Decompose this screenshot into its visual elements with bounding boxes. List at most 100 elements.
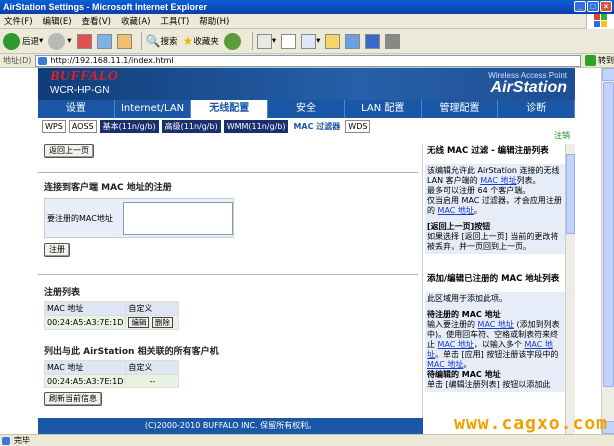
- mail-button[interactable]: ▾: [256, 33, 276, 49]
- table-header-row: MAC 地址 自定义: [43, 301, 180, 316]
- mac-address-link[interactable]: MAC 地址: [478, 320, 514, 329]
- refresh-info-button[interactable]: 刷新当前信息: [44, 392, 102, 406]
- help-title: 无线 MAC 过滤 - 编辑注册列表: [427, 146, 549, 156]
- refresh-icon: [96, 33, 112, 49]
- window-titlebar: AirStation Settings - Microsoft Internet…: [0, 0, 614, 14]
- tab-internet-lan[interactable]: Internet/LAN: [115, 100, 192, 118]
- help-paragraph: 输入要注册的 MAC 地址 (添加到列表中)。使用回车符、空格或制表符来终止 M…: [427, 320, 560, 369]
- back-button[interactable]: 后退 ▾: [3, 32, 43, 50]
- logout-link[interactable]: 注销: [554, 130, 570, 141]
- subtab-mac-filter[interactable]: MAC 过滤器: [291, 120, 343, 132]
- reg-list-title: 注册列表: [44, 288, 81, 298]
- forward-button[interactable]: ▾: [48, 32, 72, 50]
- subtab-wmm[interactable]: WMM(11n/g/b): [223, 119, 289, 133]
- mac-address-link[interactable]: MAC 地址: [438, 340, 474, 349]
- word-button[interactable]: ▾: [301, 33, 320, 49]
- history-button[interactable]: [223, 32, 243, 50]
- help-scroll-thumb[interactable]: [566, 154, 575, 234]
- buffalo-logo: BUFFALO: [50, 69, 119, 84]
- tab-admin[interactable]: 管理配置: [422, 100, 499, 118]
- mac-address-link[interactable]: MAC 地址: [480, 176, 516, 185]
- go-arrow-icon: [585, 55, 597, 66]
- menu-favorites[interactable]: 收藏(A): [121, 15, 150, 27]
- mac-address-link[interactable]: MAC 地址: [427, 360, 463, 369]
- back-arrow-icon: [3, 32, 20, 50]
- mail-icon: [256, 33, 272, 49]
- folder-button[interactable]: [325, 33, 341, 49]
- address-input[interactable]: http://192.168.11.1/index.html: [35, 54, 582, 67]
- refresh-button[interactable]: [96, 33, 112, 49]
- window-title: AirStation Settings - Microsoft Internet…: [3, 2, 208, 12]
- forward-arrow-icon: [48, 32, 66, 50]
- column-header: 自定义: [125, 360, 180, 375]
- windows-logo-icon: [586, 14, 614, 29]
- subtab-wps[interactable]: WPS: [42, 119, 66, 133]
- go-button[interactable]: 转到: [585, 55, 614, 66]
- custom-cell: --: [125, 374, 180, 388]
- messenger-button[interactable]: [345, 33, 361, 49]
- menu-view[interactable]: 查看(V): [82, 15, 111, 27]
- minimize-button[interactable]: _: [574, 1, 586, 12]
- help-body: 该编辑允许此 AirStation 连接的无线 LAN 客户端的 MAC 地址列…: [425, 164, 565, 254]
- delete-button[interactable]: 删除: [151, 317, 173, 328]
- subtab-wds[interactable]: WDS: [345, 119, 371, 133]
- help-subheading: [返回上一页]按钮: [427, 222, 491, 231]
- column-header: MAC 地址: [43, 301, 127, 316]
- search-icon: 🔍: [145, 34, 161, 48]
- toolbar-divider: [140, 32, 142, 50]
- close-button[interactable]: ×: [600, 1, 612, 12]
- tab-diagnostics[interactable]: 诊断: [498, 100, 576, 118]
- copyright-footer: (C)2000-2010 BUFFALO INC. 保留所有权利。: [38, 418, 423, 434]
- register-mac-input[interactable]: [123, 202, 233, 235]
- maximize-button[interactable]: □: [587, 1, 599, 12]
- scroll-thumb[interactable]: [603, 82, 614, 387]
- help-panel: 无线 MAC 过滤 - 编辑注册列表 该编辑允许此 AirStation 连接的…: [425, 144, 565, 434]
- page-scrollbar[interactable]: [601, 68, 614, 434]
- help-paragraph: 该编辑允许此 AirStation 连接的无线 LAN 客户端的 MAC 地址列…: [427, 166, 560, 185]
- menu-help[interactable]: 帮助(H): [199, 15, 229, 27]
- watermark: www.cagxo.com: [454, 413, 608, 434]
- address-bar: 地址(D) http://192.168.11.1/index.html 转到: [0, 54, 614, 68]
- mac-address-link[interactable]: MAC 地址: [438, 206, 474, 215]
- model-name: WCR-HP-GN: [50, 85, 110, 96]
- research-button[interactable]: [365, 33, 381, 49]
- history-icon: [223, 32, 241, 50]
- sub-tabs: WPS AOSS 基本(11n/g/b) 高级(11n/g/b) WMM(11n…: [38, 118, 575, 134]
- tab-security[interactable]: 安全: [268, 100, 345, 118]
- tab-setup[interactable]: 设置: [38, 100, 115, 118]
- tools-icon: [385, 33, 401, 49]
- menu-tools[interactable]: 工具(T): [160, 15, 189, 27]
- subtab-basic[interactable]: 基本(11n/g/b): [99, 119, 159, 133]
- mac-cell: 00:24:A5:A3:7E:1D: [43, 315, 127, 330]
- stop-button[interactable]: [76, 33, 92, 49]
- register-button[interactable]: 注册: [44, 243, 70, 257]
- table-row: 00:24:A5:A3:7E:1D 编辑 删除: [43, 315, 180, 330]
- search-button[interactable]: 🔍 搜索: [146, 34, 178, 48]
- associated-clients-table: MAC 地址 自定义 00:24:A5:A3:7E:1D --: [43, 360, 180, 388]
- help-body: 此区域用于添加此项。 待注册的 MAC 地址 输入要注册的 MAC 地址 (添加…: [425, 292, 565, 392]
- tools-button[interactable]: [385, 33, 401, 49]
- register-mac-label: 要注册的MAC地址: [47, 214, 113, 223]
- help-subheading: 待注册的 MAC 地址: [427, 310, 501, 319]
- help-scrollbar[interactable]: [565, 144, 575, 434]
- menu-edit[interactable]: 编辑(E): [43, 15, 72, 27]
- help-paragraph: 单击 [编辑注册列表] 按钮以添加此: [427, 380, 551, 389]
- help-paragraph: 如果选择 [返回上一页] 当前的更改将被丢弃，并一页回到上一页。: [427, 232, 559, 251]
- associated-section-title: 列出与此 AirStation 相关联的所有客户机: [44, 347, 219, 357]
- help-subheading: 待编辑的 MAC 地址: [427, 370, 501, 379]
- tab-lan-config[interactable]: LAN 配置: [345, 100, 422, 118]
- print-button[interactable]: [281, 33, 297, 49]
- edit-button[interactable]: 编辑: [128, 317, 150, 328]
- scroll-up-button[interactable]: [602, 68, 614, 81]
- home-button[interactable]: [116, 33, 132, 49]
- subtab-aoss[interactable]: AOSS: [68, 119, 97, 133]
- favorites-button[interactable]: ★ 收藏夹: [183, 34, 219, 48]
- subtab-advanced[interactable]: 高级(11n/g/b): [161, 119, 221, 133]
- menubar: 文件(F) 编辑(E) 查看(V) 收藏(A) 工具(T) 帮助(H): [0, 14, 614, 29]
- tab-wireless[interactable]: 无线配置: [191, 100, 269, 118]
- back-page-button[interactable]: 返回上一页: [44, 144, 94, 158]
- register-form: 要注册的MAC地址: [44, 198, 234, 238]
- menu-file[interactable]: 文件(F): [4, 15, 33, 27]
- help-paragraph: 此区域用于添加此项。: [427, 294, 507, 303]
- main-panel: 返回上一页 连接到客户端 MAC 地址的注册 要注册的MAC地址 注册 注册列表…: [38, 144, 423, 434]
